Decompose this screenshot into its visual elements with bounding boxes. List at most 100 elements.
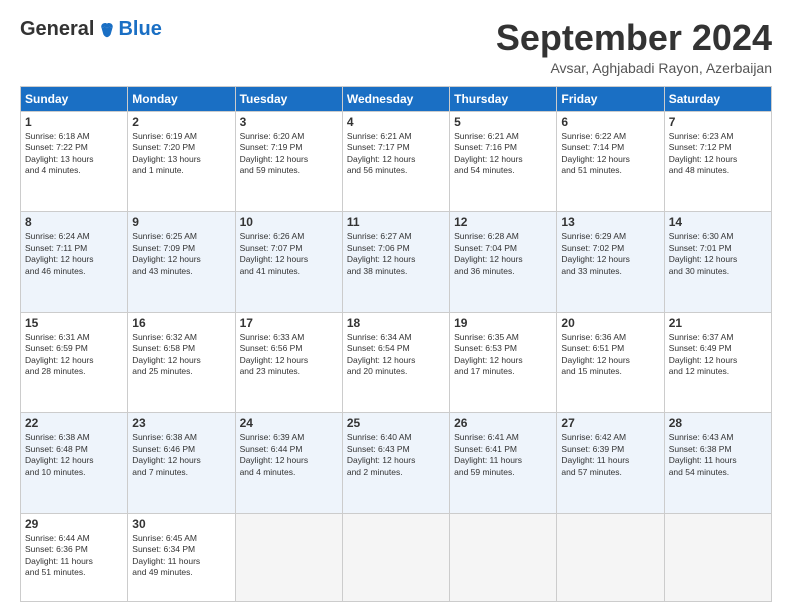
- table-row: 30 Sunrise: 6:45 AM Sunset: 6:34 PM Dayli…: [128, 513, 235, 601]
- day-info: Sunrise: 6:45 AM Sunset: 6:34 PM Dayligh…: [132, 533, 230, 579]
- table-row: 7 Sunrise: 6:23 AM Sunset: 7:12 PM Daylig…: [664, 111, 771, 212]
- day-number: 3: [240, 115, 338, 129]
- day-info: Sunrise: 6:26 AM Sunset: 7:07 PM Dayligh…: [240, 231, 338, 277]
- col-sunday: Sunday: [21, 86, 128, 111]
- day-info: Sunrise: 6:33 AM Sunset: 6:56 PM Dayligh…: [240, 332, 338, 378]
- day-number: 26: [454, 416, 552, 430]
- logo-blue: Blue: [118, 18, 161, 41]
- day-info: Sunrise: 6:42 AM Sunset: 6:39 PM Dayligh…: [561, 432, 659, 478]
- calendar-week-3: 22Sunrise: 6:38 AM Sunset: 6:48 PM Dayli…: [21, 413, 772, 514]
- day-number: 29: [25, 517, 123, 531]
- calendar-week-4: 29 Sunrise: 6:44 AM Sunset: 6:36 PM Dayli…: [21, 513, 772, 601]
- day-number: 7: [669, 115, 767, 129]
- logo-general: General: [20, 18, 94, 41]
- day-info: Sunrise: 6:20 AM Sunset: 7:19 PM Dayligh…: [240, 131, 338, 177]
- day-info: Sunrise: 6:23 AM Sunset: 7:12 PM Dayligh…: [669, 131, 767, 177]
- calendar: Sunday Monday Tuesday Wednesday Thursday…: [20, 86, 772, 602]
- day-number: 10: [240, 215, 338, 229]
- table-row: 23 Sunrise: 6:38 AM Sunset: 6:46 PM Dayli…: [128, 413, 235, 514]
- table-row: [557, 513, 664, 601]
- day-number: 24: [240, 416, 338, 430]
- day-info: Sunrise: 6:18 AM Sunset: 7:22 PM Dayligh…: [25, 131, 123, 177]
- day-number: 15: [25, 316, 123, 330]
- day-info: Sunrise: 6:34 AM Sunset: 6:54 PM Dayligh…: [347, 332, 445, 378]
- day-number: 25: [347, 416, 445, 430]
- day-info: Sunrise: 6:38 AM Sunset: 6:46 PM Dayligh…: [132, 432, 230, 478]
- header: General Blue September 2024 Avsar, Aghja…: [20, 18, 772, 76]
- day-number: 30: [132, 517, 230, 531]
- day-number: 19: [454, 316, 552, 330]
- day-number: 22: [25, 416, 123, 430]
- table-row: 12Sunrise: 6:28 AM Sunset: 7:04 PM Dayli…: [450, 212, 557, 313]
- logo-text: General Blue: [20, 18, 162, 41]
- table-row: 18Sunrise: 6:34 AM Sunset: 6:54 PM Dayli…: [342, 312, 449, 413]
- table-row: 8 Sunrise: 6:24 AM Sunset: 7:11 PM Daylig…: [21, 212, 128, 313]
- month-title: September 2024: [496, 18, 772, 58]
- table-row: 28Sunrise: 6:43 AM Sunset: 6:38 PM Dayli…: [664, 413, 771, 514]
- day-number: 4: [347, 115, 445, 129]
- day-info: Sunrise: 6:32 AM Sunset: 6:58 PM Dayligh…: [132, 332, 230, 378]
- title-block: September 2024 Avsar, Aghjabadi Rayon, A…: [496, 18, 772, 76]
- day-info: Sunrise: 6:31 AM Sunset: 6:59 PM Dayligh…: [25, 332, 123, 378]
- col-wednesday: Wednesday: [342, 86, 449, 111]
- day-info: Sunrise: 6:40 AM Sunset: 6:43 PM Dayligh…: [347, 432, 445, 478]
- table-row: [664, 513, 771, 601]
- logo-bird-icon: [98, 21, 116, 39]
- table-row: 19 Sunrise: 6:35 AM Sunset: 6:53 PM Dayli…: [450, 312, 557, 413]
- table-row: 24 Sunrise: 6:39 AM Sunset: 6:44 PM Dayli…: [235, 413, 342, 514]
- table-row: 17 Sunrise: 6:33 AM Sunset: 6:56 PM Dayli…: [235, 312, 342, 413]
- day-info: Sunrise: 6:41 AM Sunset: 6:41 PM Dayligh…: [454, 432, 552, 478]
- day-info: Sunrise: 6:30 AM Sunset: 7:01 PM Dayligh…: [669, 231, 767, 277]
- col-tuesday: Tuesday: [235, 86, 342, 111]
- day-info: Sunrise: 6:44 AM Sunset: 6:36 PM Dayligh…: [25, 533, 123, 579]
- day-info: Sunrise: 6:43 AM Sunset: 6:38 PM Dayligh…: [669, 432, 767, 478]
- location-title: Avsar, Aghjabadi Rayon, Azerbaijan: [496, 60, 772, 76]
- calendar-week-0: 1Sunrise: 6:18 AM Sunset: 7:22 PM Daylig…: [21, 111, 772, 212]
- calendar-header-row: Sunday Monday Tuesday Wednesday Thursday…: [21, 86, 772, 111]
- day-info: Sunrise: 6:25 AM Sunset: 7:09 PM Dayligh…: [132, 231, 230, 277]
- day-number: 13: [561, 215, 659, 229]
- day-info: Sunrise: 6:21 AM Sunset: 7:17 PM Dayligh…: [347, 131, 445, 177]
- table-row: 20 Sunrise: 6:36 AM Sunset: 6:51 PM Dayli…: [557, 312, 664, 413]
- day-number: 12: [454, 215, 552, 229]
- day-number: 9: [132, 215, 230, 229]
- day-number: 23: [132, 416, 230, 430]
- table-row: 25 Sunrise: 6:40 AM Sunset: 6:43 PM Dayli…: [342, 413, 449, 514]
- col-monday: Monday: [128, 86, 235, 111]
- day-number: 6: [561, 115, 659, 129]
- col-friday: Friday: [557, 86, 664, 111]
- day-info: Sunrise: 6:37 AM Sunset: 6:49 PM Dayligh…: [669, 332, 767, 378]
- day-number: 27: [561, 416, 659, 430]
- day-info: Sunrise: 6:29 AM Sunset: 7:02 PM Dayligh…: [561, 231, 659, 277]
- table-row: 1Sunrise: 6:18 AM Sunset: 7:22 PM Daylig…: [21, 111, 128, 212]
- table-row: 21Sunrise: 6:37 AM Sunset: 6:49 PM Dayli…: [664, 312, 771, 413]
- table-row: [235, 513, 342, 601]
- table-row: 27 Sunrise: 6:42 AM Sunset: 6:39 PM Dayli…: [557, 413, 664, 514]
- table-row: 2Sunrise: 6:19 AM Sunset: 7:20 PM Daylig…: [128, 111, 235, 212]
- day-number: 11: [347, 215, 445, 229]
- day-info: Sunrise: 6:24 AM Sunset: 7:11 PM Dayligh…: [25, 231, 123, 277]
- day-number: 8: [25, 215, 123, 229]
- table-row: 9 Sunrise: 6:25 AM Sunset: 7:09 PM Daylig…: [128, 212, 235, 313]
- table-row: [342, 513, 449, 601]
- table-row: 4 Sunrise: 6:21 AM Sunset: 7:17 PM Daylig…: [342, 111, 449, 212]
- calendar-week-2: 15 Sunrise: 6:31 AM Sunset: 6:59 PM Dayli…: [21, 312, 772, 413]
- calendar-week-1: 8 Sunrise: 6:24 AM Sunset: 7:11 PM Daylig…: [21, 212, 772, 313]
- day-number: 5: [454, 115, 552, 129]
- day-info: Sunrise: 6:35 AM Sunset: 6:53 PM Dayligh…: [454, 332, 552, 378]
- page: General Blue September 2024 Avsar, Aghja…: [0, 0, 792, 612]
- day-info: Sunrise: 6:36 AM Sunset: 6:51 PM Dayligh…: [561, 332, 659, 378]
- table-row: 15 Sunrise: 6:31 AM Sunset: 6:59 PM Dayli…: [21, 312, 128, 413]
- day-info: Sunrise: 6:19 AM Sunset: 7:20 PM Dayligh…: [132, 131, 230, 177]
- col-saturday: Saturday: [664, 86, 771, 111]
- day-number: 20: [561, 316, 659, 330]
- logo: General Blue: [20, 18, 162, 41]
- table-row: 10 Sunrise: 6:26 AM Sunset: 7:07 PM Dayli…: [235, 212, 342, 313]
- day-number: 17: [240, 316, 338, 330]
- day-number: 16: [132, 316, 230, 330]
- day-info: Sunrise: 6:21 AM Sunset: 7:16 PM Dayligh…: [454, 131, 552, 177]
- table-row: 13 Sunrise: 6:29 AM Sunset: 7:02 PM Dayli…: [557, 212, 664, 313]
- table-row: 16 Sunrise: 6:32 AM Sunset: 6:58 PM Dayli…: [128, 312, 235, 413]
- table-row: 11Sunrise: 6:27 AM Sunset: 7:06 PM Dayli…: [342, 212, 449, 313]
- day-info: Sunrise: 6:39 AM Sunset: 6:44 PM Dayligh…: [240, 432, 338, 478]
